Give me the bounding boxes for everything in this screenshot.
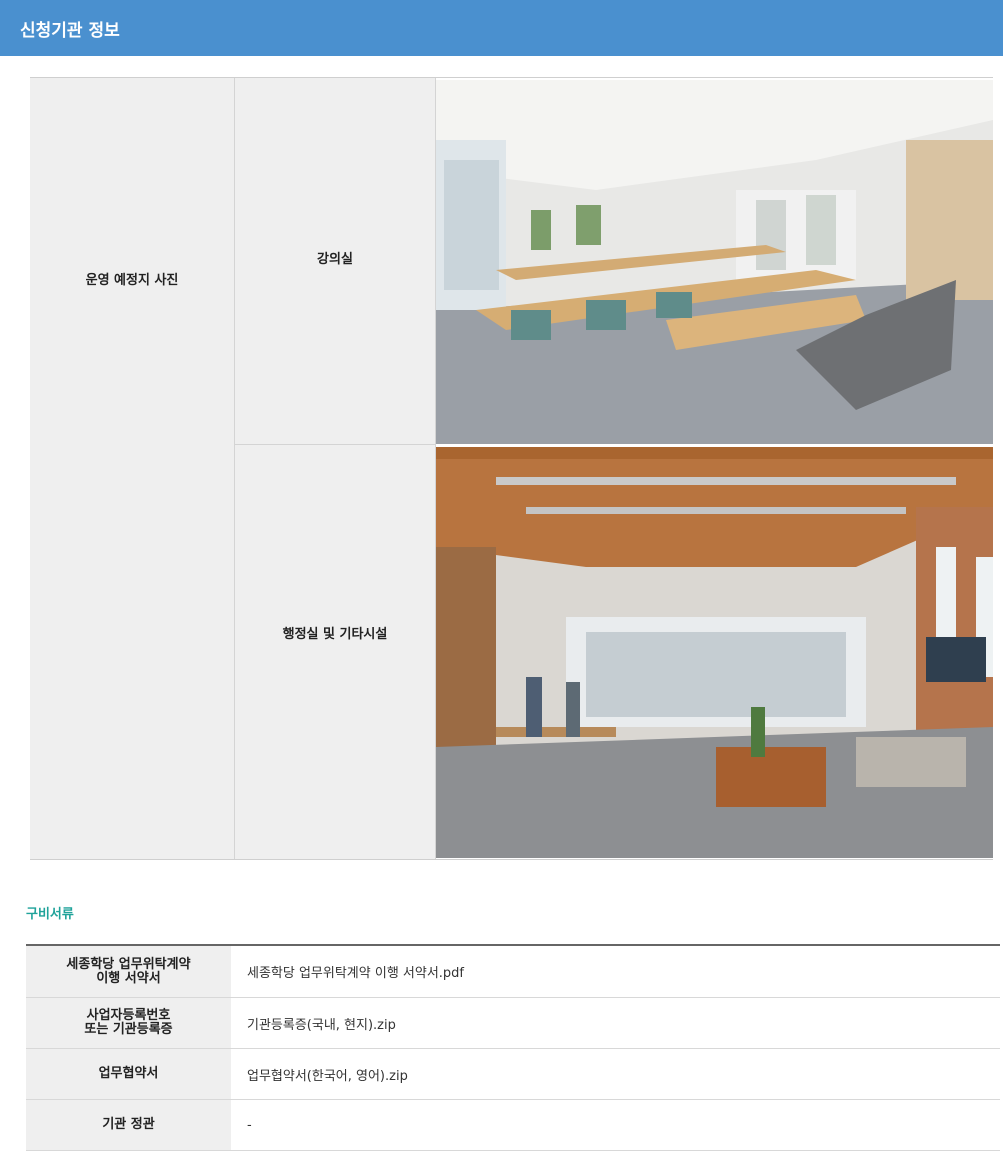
office-photo [436,447,993,858]
table-row: 사업자등록번호 또는 기관등록증 기관등록증(국내, 현지).zip [26,998,1000,1049]
section-header: 신청기관 정보 [0,0,1003,56]
classroom-label: 강의실 [235,78,436,444]
doc-file-link[interactable]: 업무협약서(한국어, 영어).zip [231,1049,1000,1099]
section-header-title: 신청기관 정보 [20,20,120,41]
office-label: 행정실 및 기타시설 [235,444,436,859]
table-row: 기관 정관 - [26,1100,1000,1151]
doc-label: 사업자등록번호 또는 기관등록증 [26,998,231,1048]
page: 신청기관 정보 운영 예정지 사진 강의실 행정실 및 기타시설 구비서류 세종… [0,0,1003,1162]
doc-value: - [247,1117,252,1133]
classroom-photo [436,80,993,444]
doc-label: 업무협약서 [26,1049,231,1099]
documents-table: 세종학당 업무위탁계약 이행 서약서 세종학당 업무위탁계약 이행 서약서.pd… [26,944,1000,1151]
site-photo-table: 운영 예정지 사진 강의실 행정실 및 기타시설 [30,77,993,860]
doc-file-link[interactable]: 세종학당 업무위탁계약 이행 서약서.pdf [231,946,1000,997]
doc-label: 세종학당 업무위탁계약 이행 서약서 [26,946,231,997]
documents-title: 구비서류 [26,907,74,922]
table-row: 업무협약서 업무협약서(한국어, 영어).zip [26,1049,1000,1100]
doc-label: 기관 정관 [26,1100,231,1150]
doc-file-link[interactable]: 기관등록증(국내, 현지).zip [231,998,1000,1048]
site-photo-label: 운영 예정지 사진 [30,78,235,859]
table-row: 세종학당 업무위탁계약 이행 서약서 세종학당 업무위탁계약 이행 서약서.pd… [26,946,1000,998]
